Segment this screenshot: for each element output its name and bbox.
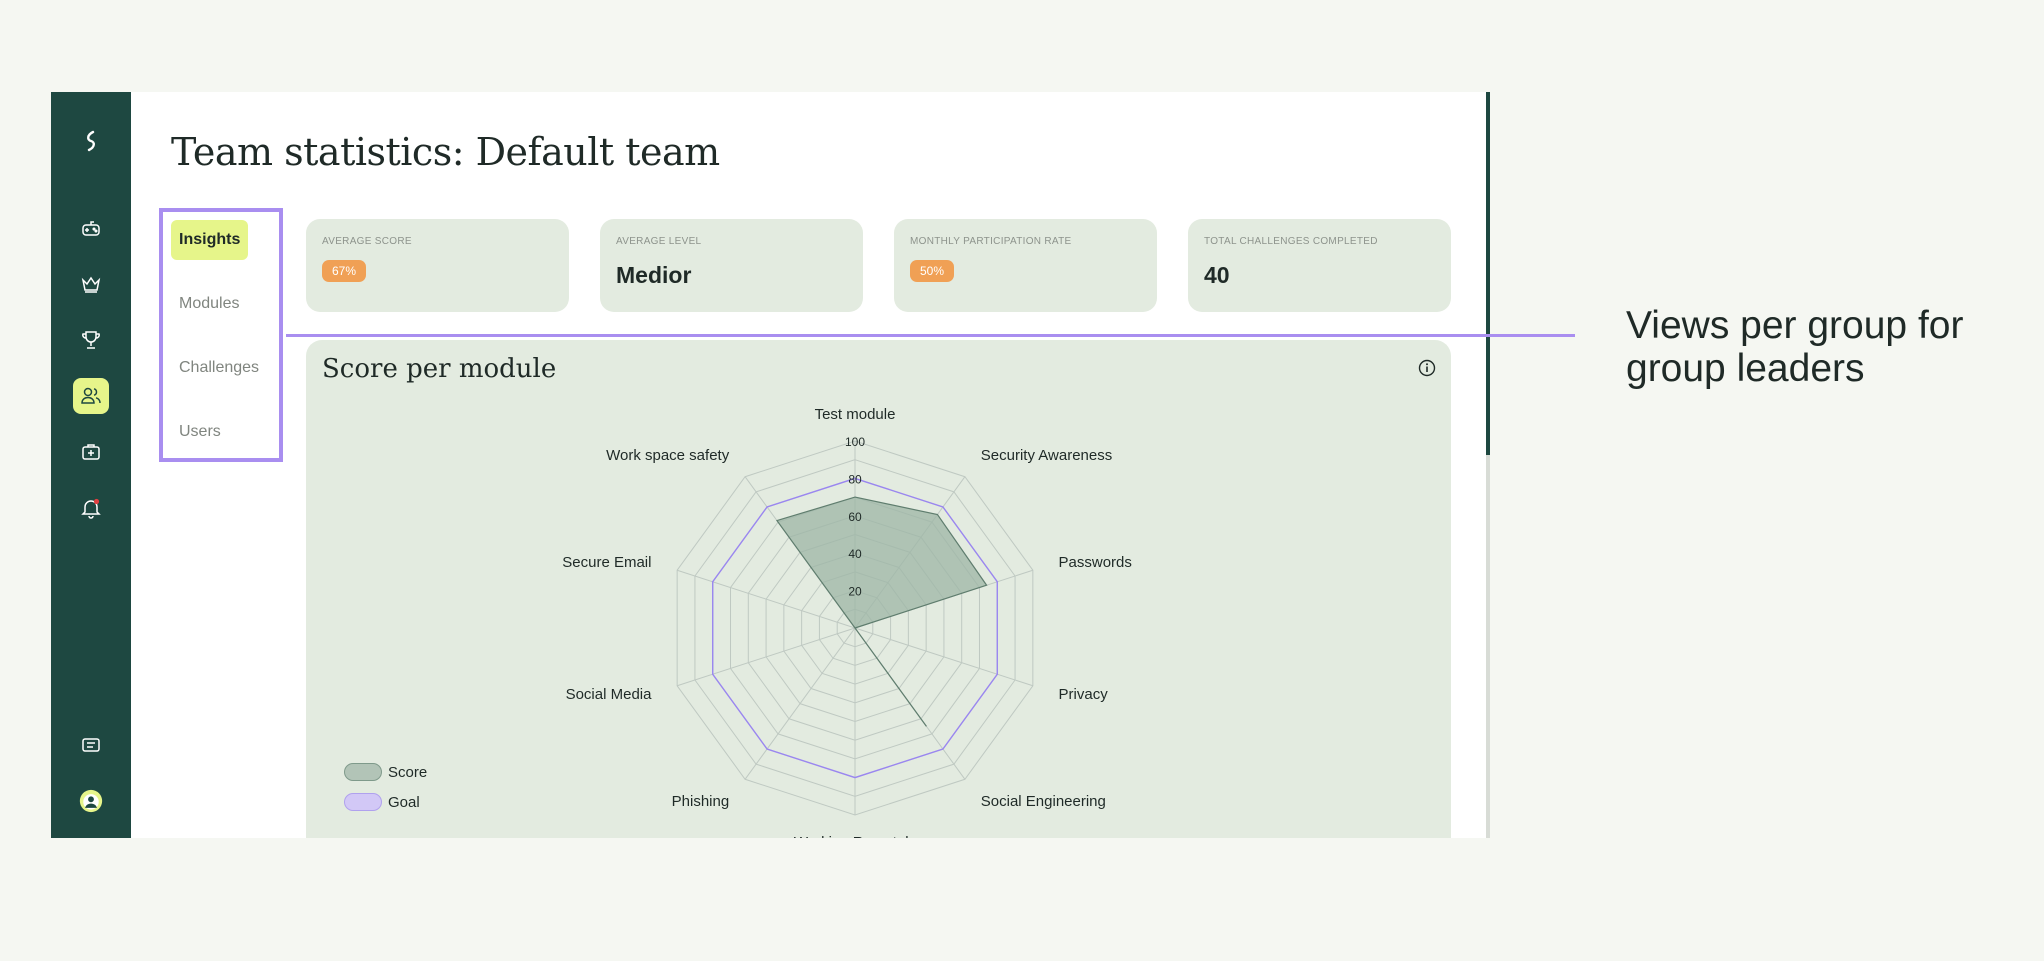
first-aid-kit-icon[interactable] [73, 434, 109, 470]
axis-label: Secure Email [562, 554, 651, 571]
axis-label: Passwords [1059, 554, 1132, 571]
tab-insights[interactable]: Insights [171, 220, 249, 260]
scrollbar[interactable] [1486, 92, 1490, 838]
r-tick-label: 40 [848, 547, 862, 561]
chart-legend: Score Goal [344, 757, 427, 817]
message-icon[interactable] [73, 728, 109, 764]
tab-list: Insights Modules Challenges Users [159, 208, 283, 462]
logo-icon[interactable] [73, 123, 109, 159]
legend-swatch-score [344, 763, 382, 781]
stat-value-badge: 50% [910, 260, 955, 282]
axis-label: Social Media [566, 686, 653, 703]
gamepad-icon[interactable] [73, 210, 109, 246]
crown-icon[interactable] [73, 266, 109, 302]
stat-value: Medior [616, 262, 692, 288]
tab-challenges[interactable]: Challenges [171, 348, 267, 388]
r-tick-label: 80 [848, 472, 862, 486]
axis-label: Phishing [672, 793, 730, 810]
radar-chart: 20 40 60 80 100 Test module Security Awareness… [562, 406, 1132, 838]
users-icon[interactable] [73, 378, 109, 414]
trophy-icon[interactable] [73, 322, 109, 358]
callout-text: Views per group for group leaders [1626, 304, 1964, 390]
stat-value: 40 [1204, 262, 1230, 288]
tab-users[interactable]: Users [171, 412, 229, 452]
stat-value-badge: 67% [322, 260, 367, 282]
scrollbar-thumb[interactable] [1486, 92, 1490, 455]
legend-label: Goal [388, 793, 420, 811]
app-window: Team statistics: Default team Insights M… [51, 92, 1490, 838]
legend-label: Score [388, 763, 428, 781]
axis-label: Work space safety [606, 447, 730, 464]
axis-label: Privacy [1059, 686, 1109, 703]
chart-panel: Score per module 20 40 60 80 100 Test module S… [306, 340, 1451, 838]
grid-spoke [744, 627, 856, 780]
stat-label: AVERAGE LEVEL [616, 236, 702, 247]
stat-card-total-challenges: TOTAL CHALLENGES COMPLETED 40 [1188, 219, 1451, 312]
stat-label: TOTAL CHALLENGES COMPLETED [1204, 236, 1378, 247]
r-tick-label: 100 [845, 435, 865, 449]
stat-label: MONTHLY PARTICIPATION RATE [910, 236, 1072, 247]
legend-item-score[interactable]: Score [344, 757, 427, 787]
page-title: Team statistics: Default team [171, 130, 720, 174]
callout-line [286, 334, 1575, 337]
legend-item-goal[interactable]: Goal [344, 787, 427, 817]
bell-icon[interactable] [73, 490, 109, 526]
axis-label: Working Remotely [794, 834, 917, 838]
stat-card-monthly-participation: MONTHLY PARTICIPATION RATE 50% [894, 219, 1157, 312]
axis-label: Test module [815, 406, 896, 423]
stat-card-average-score: AVERAGE SCORE 67% [306, 219, 569, 312]
avatar[interactable] [73, 783, 109, 819]
axis-label: Security Awareness [981, 447, 1112, 464]
r-tick-label: 60 [848, 510, 862, 524]
stat-card-average-level: AVERAGE LEVEL Medior [600, 219, 863, 312]
axis-label: Social Engineering [981, 793, 1106, 810]
sidebar [51, 92, 131, 838]
tab-modules[interactable]: Modules [171, 284, 247, 324]
r-tick-label: 20 [848, 585, 862, 599]
legend-swatch-goal [344, 793, 382, 811]
stat-label: AVERAGE SCORE [322, 236, 412, 247]
